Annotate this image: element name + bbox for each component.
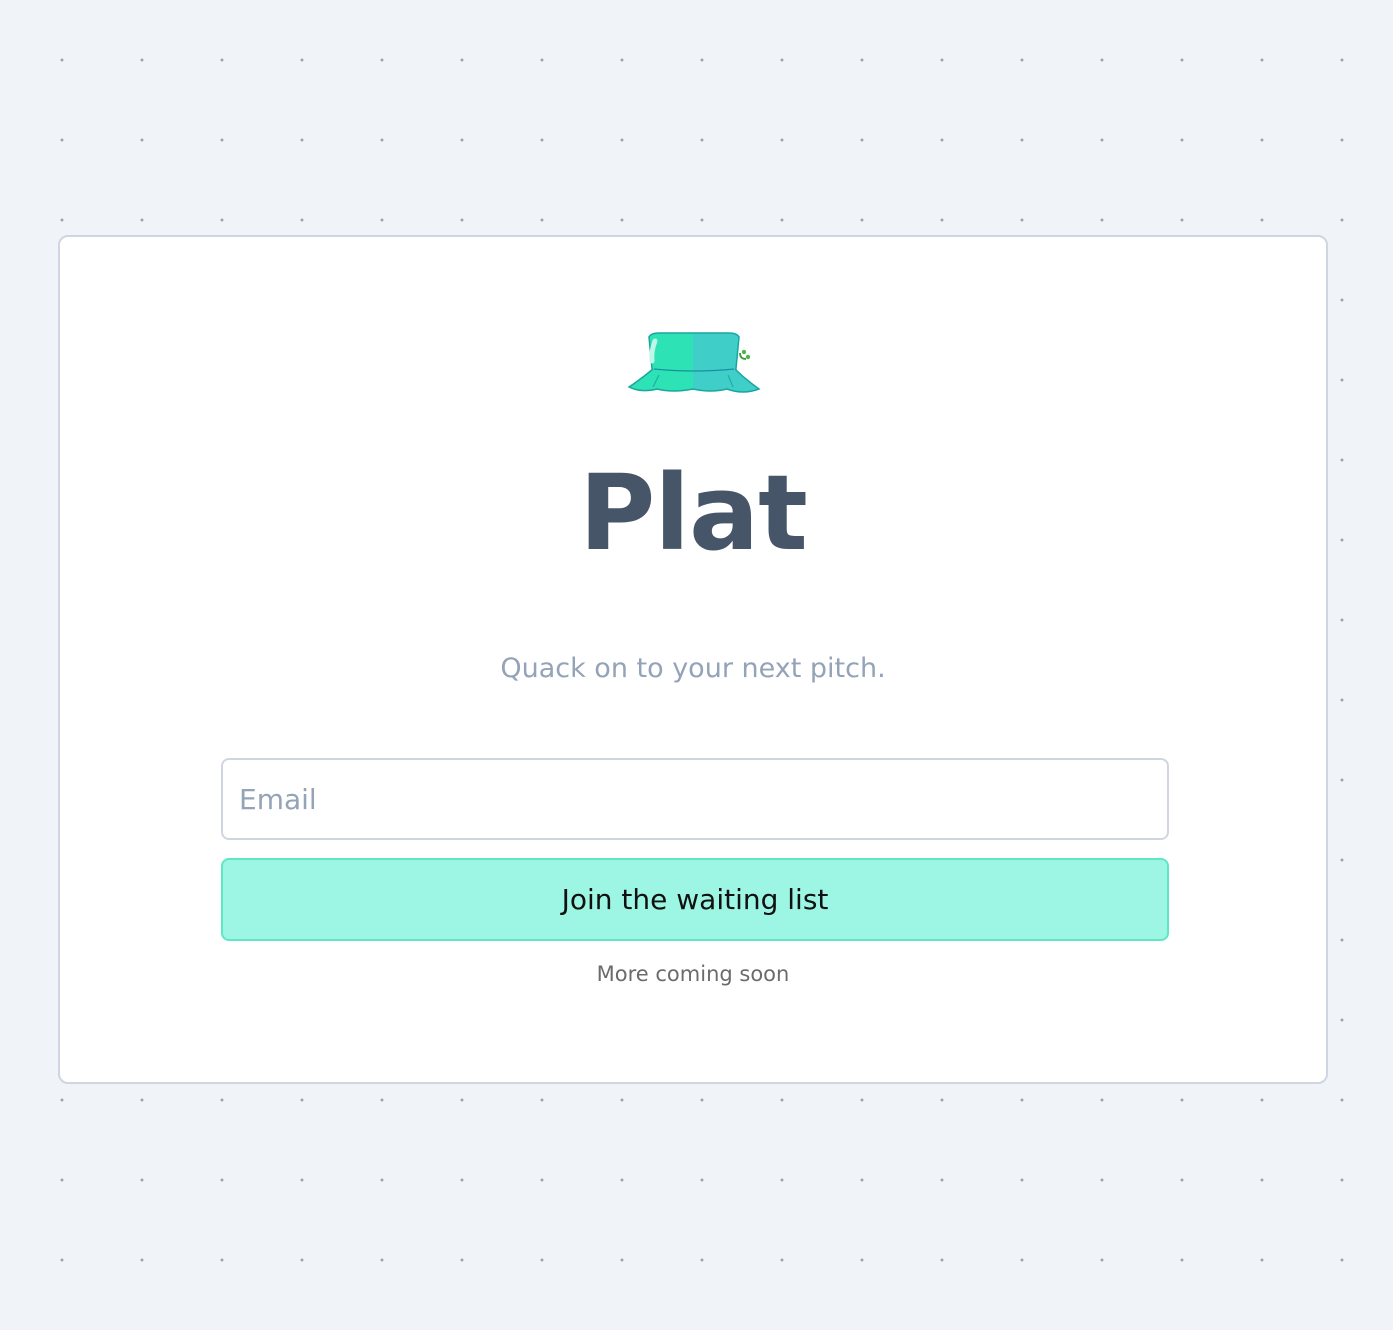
join-waiting-list-button[interactable]: Join the waiting list [221, 858, 1169, 941]
page-title: Plat [579, 452, 808, 574]
signup-card: Plat Quack on to your next pitch. Join t… [58, 235, 1328, 1084]
tagline: Quack on to your next pitch. [500, 653, 886, 684]
coming-soon-note: More coming soon [596, 962, 790, 986]
email-input[interactable] [221, 758, 1169, 840]
bucket-hat-icon [627, 331, 761, 397]
